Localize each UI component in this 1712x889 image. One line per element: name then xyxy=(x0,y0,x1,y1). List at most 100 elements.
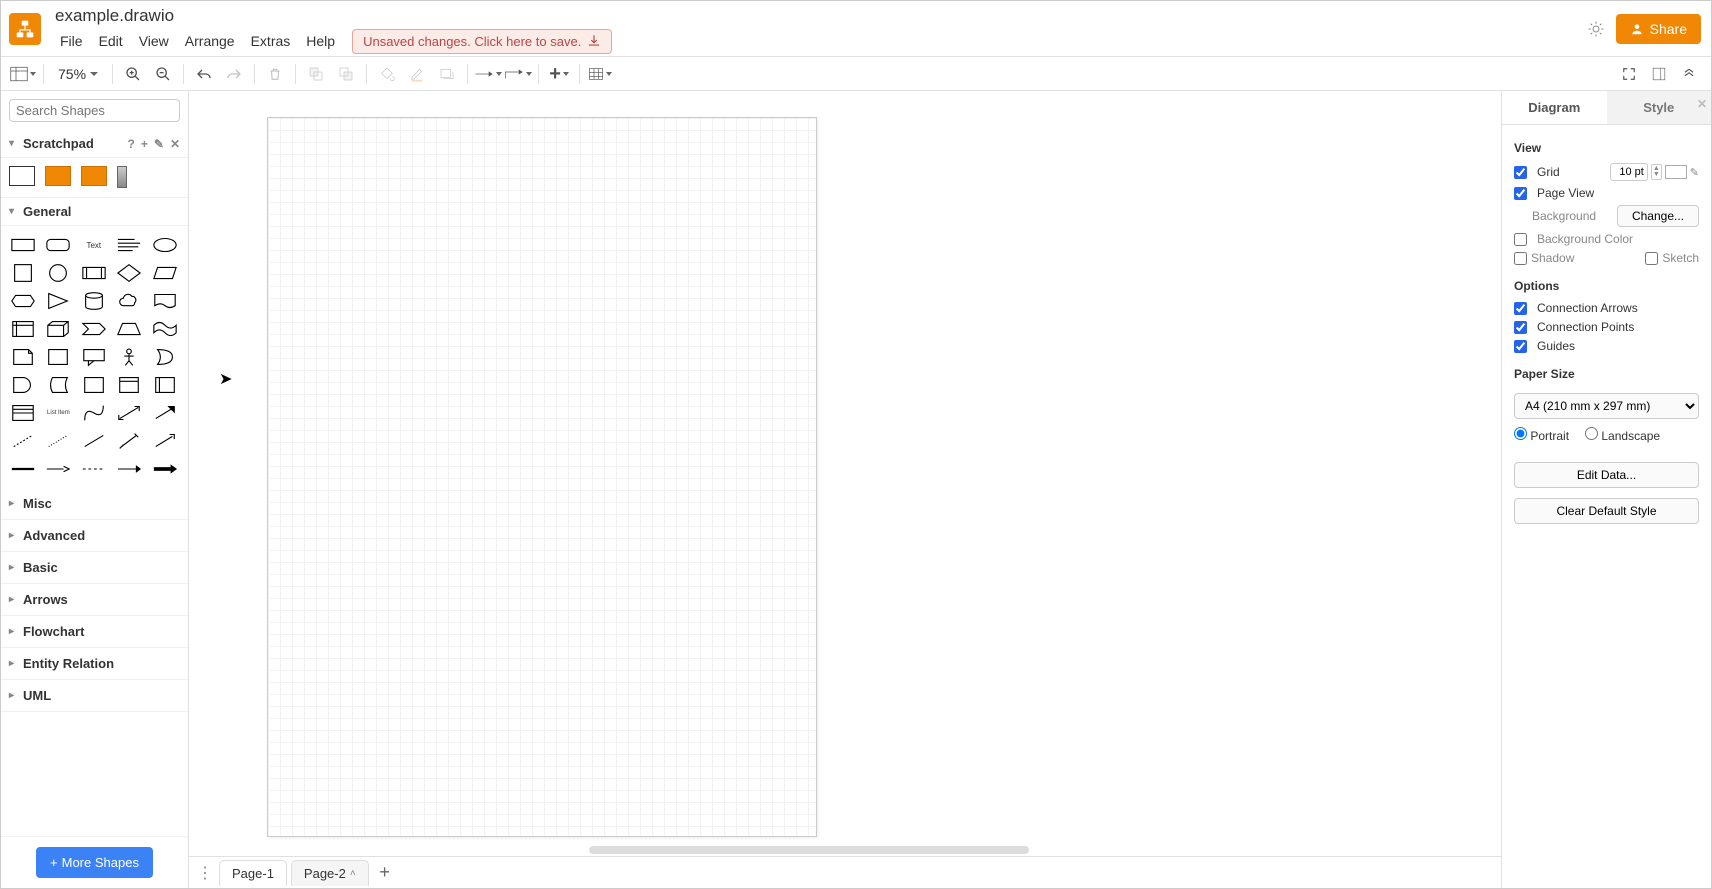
conn-arrows-checkbox[interactable] xyxy=(1514,302,1527,315)
pencil-icon[interactable]: ✎ xyxy=(1690,166,1699,179)
to-back-button[interactable] xyxy=(332,61,360,87)
shape-data-storage[interactable] xyxy=(44,374,72,396)
shape-note[interactable] xyxy=(9,346,37,368)
conn-points-checkbox[interactable] xyxy=(1514,321,1527,334)
portrait-radio-label[interactable]: Portrait xyxy=(1514,427,1569,443)
share-button[interactable]: Share xyxy=(1616,14,1701,44)
clear-style-button[interactable]: Clear Default Style xyxy=(1514,498,1699,524)
scratchpad-add-icon[interactable]: + xyxy=(141,137,148,151)
format-panel-toggle[interactable] xyxy=(1645,61,1673,87)
panel-arrows[interactable]: ▸Arrows xyxy=(1,584,188,616)
fill-color-button[interactable] xyxy=(373,61,401,87)
shape-parallelogram[interactable] xyxy=(151,262,179,284)
shape-hexagon[interactable] xyxy=(9,290,37,312)
shape-step[interactable] xyxy=(80,318,108,340)
panel-flowchart[interactable]: ▸Flowchart xyxy=(1,616,188,648)
undo-button[interactable] xyxy=(190,61,218,87)
shape-line[interactable] xyxy=(80,430,108,452)
shape-trapezoid[interactable] xyxy=(115,318,143,340)
search-input[interactable] xyxy=(16,103,192,118)
shape-list[interactable] xyxy=(9,402,37,424)
shape-bidirectional-arrow[interactable] xyxy=(115,402,143,424)
table-button[interactable] xyxy=(586,61,614,87)
shape-textbox[interactable] xyxy=(115,234,143,256)
guides-checkbox[interactable] xyxy=(1514,340,1527,353)
shape-diamond[interactable] xyxy=(115,262,143,284)
sidebar-toggle-button[interactable] xyxy=(9,61,37,87)
connection-style-button[interactable] xyxy=(474,61,502,87)
portrait-radio[interactable] xyxy=(1514,427,1527,440)
grid-size-stepper[interactable]: ▲▼ xyxy=(1651,164,1662,180)
shape-cloud[interactable] xyxy=(115,290,143,312)
sketch-checkbox[interactable] xyxy=(1645,252,1658,265)
scratchpad-edit-icon[interactable]: ✎ xyxy=(154,137,164,151)
shape-document[interactable] xyxy=(151,290,179,312)
landscape-radio[interactable] xyxy=(1585,427,1598,440)
waypoint-style-button[interactable] xyxy=(504,61,532,87)
grid-color-swatch[interactable] xyxy=(1665,165,1687,179)
menu-arrange[interactable]: Arrange xyxy=(178,30,242,52)
shape-dashed-line[interactable] xyxy=(9,430,37,452)
collapse-button[interactable] xyxy=(1675,61,1703,87)
scratchpad-item[interactable] xyxy=(9,166,35,186)
shape-cylinder[interactable] xyxy=(80,290,108,312)
shape-ellipse[interactable] xyxy=(151,234,179,256)
menu-help[interactable]: Help xyxy=(299,30,342,52)
shape-curve[interactable] xyxy=(80,402,108,424)
fullscreen-button[interactable] xyxy=(1615,61,1643,87)
shape-arrow[interactable] xyxy=(151,402,179,424)
menu-extras[interactable]: Extras xyxy=(244,30,298,52)
shape-link[interactable] xyxy=(9,458,37,480)
line-color-button[interactable] xyxy=(403,61,431,87)
shape-cube[interactable] xyxy=(44,318,72,340)
pageview-checkbox[interactable] xyxy=(1514,187,1527,200)
shape-process[interactable] xyxy=(80,262,108,284)
scratchpad-help-icon[interactable]: ? xyxy=(128,137,135,151)
menu-edit[interactable]: Edit xyxy=(92,30,130,52)
canvas[interactable]: ➤ xyxy=(189,91,1501,856)
to-front-button[interactable] xyxy=(302,61,330,87)
search-shapes-box[interactable] xyxy=(9,99,180,122)
grid-size-input[interactable] xyxy=(1610,163,1648,181)
shape-card[interactable] xyxy=(44,346,72,368)
shape-rounded-rectangle[interactable] xyxy=(44,234,72,256)
shape-vertical-container[interactable] xyxy=(115,374,143,396)
shape-callout[interactable] xyxy=(80,346,108,368)
menu-view[interactable]: View xyxy=(132,30,176,52)
shape-horizontal-container[interactable] xyxy=(151,374,179,396)
scratchpad-item[interactable] xyxy=(117,166,127,188)
zoom-select[interactable]: 75% xyxy=(54,64,102,84)
page-surface[interactable] xyxy=(267,117,817,837)
add-page-button[interactable]: + xyxy=(373,861,397,885)
shape-or[interactable] xyxy=(151,346,179,368)
scratchpad-item[interactable] xyxy=(81,166,107,186)
panel-misc[interactable]: ▸Misc xyxy=(1,488,188,520)
shape-link-open[interactable] xyxy=(80,458,108,480)
shape-dotted-line[interactable] xyxy=(44,430,72,452)
panel-basic[interactable]: ▸Basic xyxy=(1,552,188,584)
shape-directional-connector[interactable] xyxy=(151,430,179,452)
insert-button[interactable]: + xyxy=(545,61,573,87)
shape-link-thick-arrow[interactable] xyxy=(151,458,179,480)
shape-link-thin-arrow[interactable] xyxy=(115,458,143,480)
shape-list-item[interactable]: List Item xyxy=(44,402,72,424)
shape-bidirectional-connector[interactable] xyxy=(115,430,143,452)
unsaved-changes-badge[interactable]: Unsaved changes. Click here to save. xyxy=(352,29,612,54)
change-background-button[interactable]: Change... xyxy=(1617,205,1699,227)
close-icon[interactable]: ✕ xyxy=(1697,97,1707,111)
shape-tape[interactable] xyxy=(151,318,179,340)
grid-checkbox[interactable] xyxy=(1514,166,1527,179)
tab-style[interactable]: Style ✕ xyxy=(1607,91,1712,124)
shape-internal-storage[interactable] xyxy=(9,318,37,340)
general-header[interactable]: ▾ General xyxy=(1,198,188,226)
bgcolor-checkbox[interactable] xyxy=(1514,233,1527,246)
horizontal-scrollbar[interactable] xyxy=(589,846,1029,854)
zoom-in-button[interactable] xyxy=(119,61,147,87)
filename[interactable]: example.drawio xyxy=(53,4,1586,29)
app-logo[interactable] xyxy=(9,13,41,45)
shape-actor[interactable] xyxy=(115,346,143,368)
shape-text[interactable]: Text xyxy=(80,234,108,256)
shape-square[interactable] xyxy=(9,262,37,284)
scratchpad-close-icon[interactable]: ✕ xyxy=(170,137,180,151)
shadow-button[interactable] xyxy=(433,61,461,87)
